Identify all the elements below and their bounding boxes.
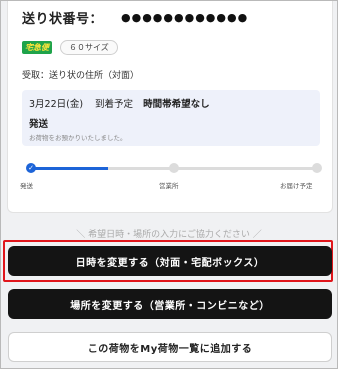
step-label-delivery: お届け予定 <box>280 182 313 190</box>
add-to-list-button[interactable]: この荷物をMy荷物一覧に追加する <box>8 332 332 362</box>
badge-row: 宅急便 ６０サイズ <box>22 40 118 55</box>
step-dot-shipped: ✓ <box>26 163 36 173</box>
tracking-number: ●●●●●●●●●●●● <box>121 11 249 24</box>
shipment-card: 送り状番号： ●●●●●●●●●●●● 宅急便 ６０サイズ 受取：送り状の住所（… <box>7 1 333 213</box>
step-label-office: 営業所 <box>159 182 179 190</box>
due-label: 到着予定 <box>95 99 134 110</box>
progress-fill <box>31 167 109 170</box>
step-dot-office <box>169 163 179 173</box>
step-label-shipped: 発送 <box>20 182 33 190</box>
change-location-button[interactable]: 場所を変更する（営業所・コンビニなど） <box>8 289 332 319</box>
progress-tracker: ✓ <box>26 162 322 176</box>
input-hint: ＼ 希望日時・場所の入力にご協力ください ／ <box>76 230 262 240</box>
status-note: お荷物をお預かりいたしました。 <box>29 134 127 142</box>
app-frame: 送り状番号： ●●●●●●●●●●●● 宅急便 ６０サイズ 受取：送り状の住所（… <box>0 0 338 369</box>
delivery-date: 3月22日(金) <box>29 99 84 110</box>
size-badge: ６０サイズ <box>60 40 118 55</box>
change-datetime-button[interactable]: 日時を変更する（対面・宅配ボックス） <box>8 246 332 276</box>
receiving-method: 受取：送り状の住所（対面） <box>22 71 140 81</box>
step-dot-delivery <box>312 163 322 173</box>
tracking-row: 送り状番号： ●●●●●●●●●●●● <box>22 8 248 27</box>
tracking-label: 送り状番号： <box>22 12 104 27</box>
time-slot: 時間帯希望なし <box>143 99 210 110</box>
delivery-date-line: 3月22日(金) 到着予定 時間帯希望なし <box>29 96 210 110</box>
status-box: 3月22日(金) 到着予定 時間帯希望なし 発送 お荷物をお預かりいたしました。 <box>22 90 320 146</box>
service-badge: 宅急便 <box>22 41 52 54</box>
status-title: 発送 <box>29 119 49 130</box>
